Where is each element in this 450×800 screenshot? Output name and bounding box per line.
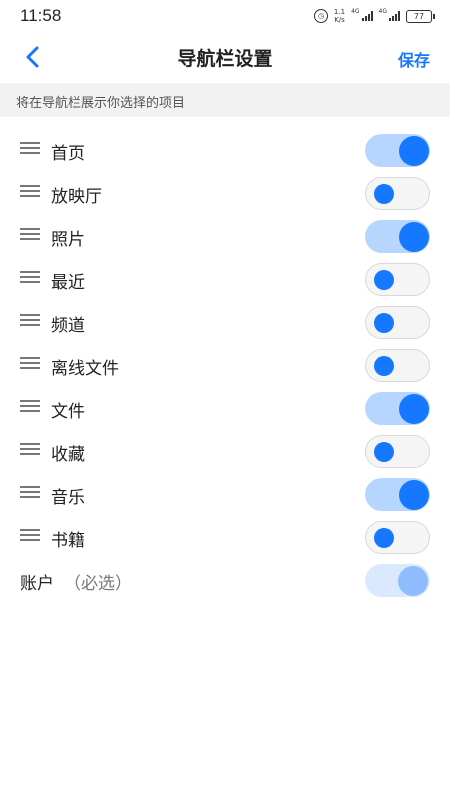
required-note: （必选） bbox=[64, 574, 132, 594]
toggle-knob bbox=[374, 527, 394, 548]
drag-handle-icon[interactable] bbox=[20, 185, 40, 198]
item-label: 文件 bbox=[51, 402, 85, 422]
list-item: 离线文件 bbox=[0, 344, 450, 387]
item-label: 频道 bbox=[51, 316, 85, 336]
status-time: 11:58 bbox=[20, 6, 62, 25]
toggle-knob bbox=[399, 135, 429, 166]
toggle-knob bbox=[374, 269, 394, 290]
list-item: 音乐 bbox=[0, 473, 450, 516]
toggle-knob bbox=[374, 312, 394, 333]
network-type-2: 4G bbox=[378, 8, 387, 15]
status-icons: ◷ 1.1 K/s 4G 4G 77 bbox=[313, 8, 435, 24]
hint-banner: 将在导航栏展示你选择的项目 bbox=[0, 83, 450, 117]
nav-bar: 导航栏设置 保存 bbox=[0, 32, 450, 82]
list-item: 收藏 bbox=[0, 430, 450, 473]
toggle-knob bbox=[374, 441, 394, 462]
item-toggle[interactable] bbox=[365, 521, 430, 554]
toggle-knob bbox=[399, 221, 429, 252]
save-button[interactable]: 保存 bbox=[398, 47, 430, 71]
signal-icon bbox=[361, 11, 373, 21]
battery-icon: 77 bbox=[406, 9, 435, 23]
item-label: 照片 bbox=[51, 230, 85, 250]
list-item: 首页 bbox=[0, 129, 450, 172]
drag-handle-icon[interactable] bbox=[20, 357, 40, 370]
item-label: 书籍 bbox=[51, 531, 85, 551]
drag-handle-icon[interactable] bbox=[20, 529, 40, 542]
account-toggle bbox=[365, 564, 430, 597]
item-toggle[interactable] bbox=[365, 263, 430, 296]
account-label: 账户 （必选） bbox=[20, 569, 132, 594]
item-toggle[interactable] bbox=[365, 306, 430, 339]
item-label: 放映厅 bbox=[51, 187, 102, 207]
item-toggle[interactable] bbox=[365, 392, 430, 425]
drag-handle-icon[interactable] bbox=[20, 142, 40, 155]
item-label: 收藏 bbox=[51, 445, 85, 465]
hd-icon: ◷ bbox=[313, 9, 328, 23]
item-toggle[interactable] bbox=[365, 435, 430, 468]
drag-handle-icon[interactable] bbox=[20, 400, 40, 413]
hint-text: 将在导航栏展示你选择的项目 bbox=[16, 96, 186, 111]
list-item: 文件 bbox=[0, 387, 450, 430]
account-row: 账户 （必选） bbox=[0, 559, 450, 602]
toggle-knob bbox=[374, 355, 394, 376]
speed-value: 1.1 bbox=[333, 8, 346, 16]
list-item: 频道 bbox=[0, 301, 450, 344]
list-item: 最近 bbox=[0, 258, 450, 301]
nav-items-list: 首页 放映厅 照片 最近 频道 离线文件 文件 收藏 音乐 书籍 账户 （必选） bbox=[0, 129, 450, 602]
item-label: 音乐 bbox=[51, 488, 85, 508]
drag-handle-icon[interactable] bbox=[20, 314, 40, 327]
item-label: 离线文件 bbox=[51, 359, 119, 379]
toggle-knob bbox=[374, 183, 394, 204]
item-toggle[interactable] bbox=[365, 177, 430, 210]
account-name: 账户 bbox=[20, 574, 54, 594]
toggle-knob bbox=[398, 565, 428, 596]
item-toggle[interactable] bbox=[365, 349, 430, 382]
status-bar: 11:58 ◷ 1.1 K/s 4G 4G 77 bbox=[0, 0, 450, 32]
toggle-knob bbox=[399, 393, 429, 424]
drag-handle-icon[interactable] bbox=[20, 486, 40, 499]
drag-handle-icon[interactable] bbox=[20, 271, 40, 284]
network-speed: 1.1 K/s bbox=[334, 8, 345, 24]
item-label: 最近 bbox=[51, 273, 85, 293]
page-title: 导航栏设置 bbox=[177, 48, 273, 70]
list-item: 照片 bbox=[0, 215, 450, 258]
item-toggle[interactable] bbox=[365, 134, 430, 167]
item-label: 首页 bbox=[51, 144, 85, 164]
signal-icon bbox=[389, 11, 400, 21]
item-toggle[interactable] bbox=[365, 220, 430, 253]
list-item: 书籍 bbox=[0, 516, 450, 559]
network-type-1: 4G bbox=[351, 8, 360, 15]
drag-handle-icon[interactable] bbox=[20, 228, 40, 241]
battery-level: 77 bbox=[413, 11, 425, 21]
drag-handle-icon[interactable] bbox=[20, 443, 40, 456]
toggle-knob bbox=[399, 479, 429, 510]
list-item: 放映厅 bbox=[0, 172, 450, 215]
speed-unit: K/s bbox=[334, 16, 345, 24]
item-toggle[interactable] bbox=[365, 478, 430, 511]
